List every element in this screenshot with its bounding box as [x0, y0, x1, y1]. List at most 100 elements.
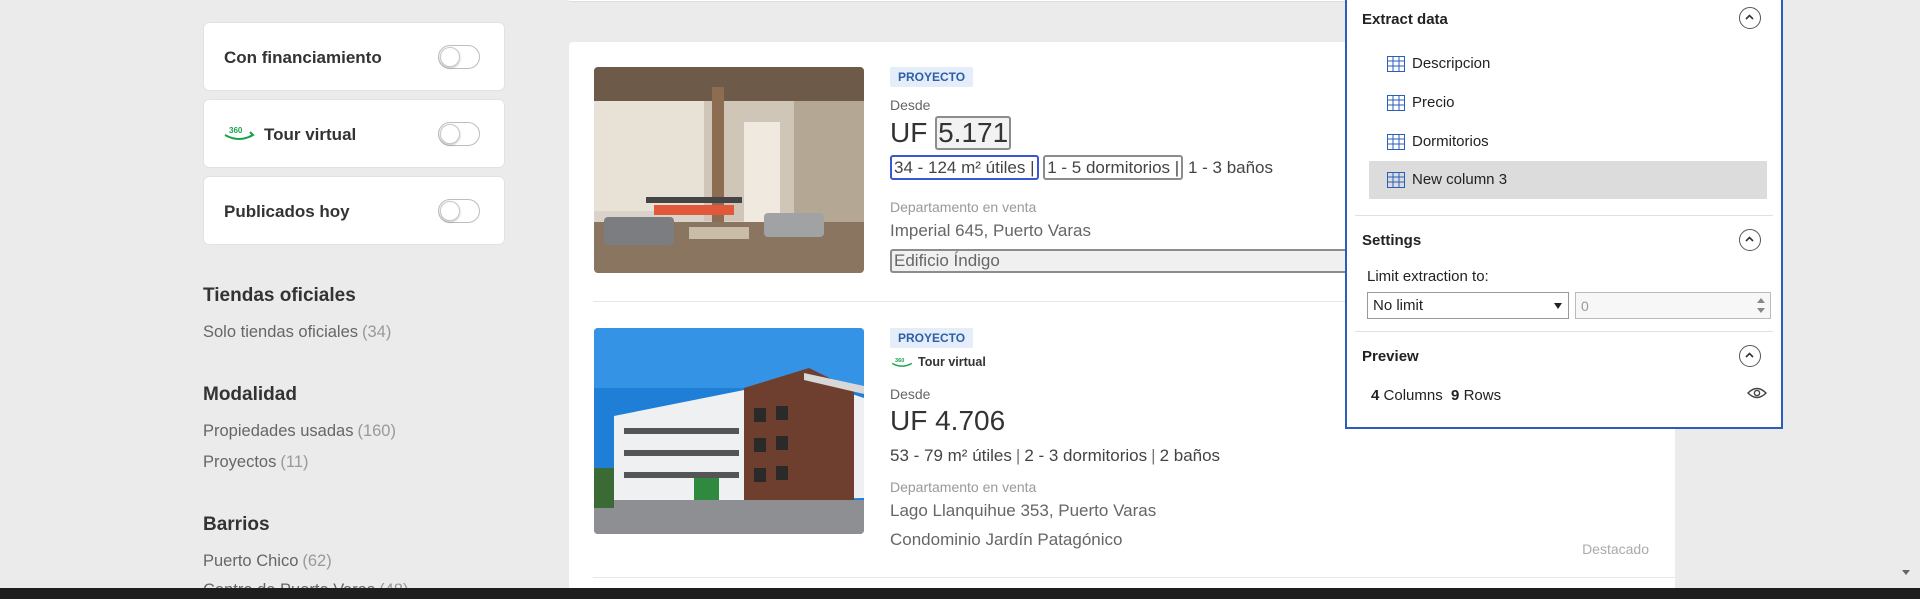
switch-knob: [440, 201, 460, 221]
filter-toggle-tour-virtual: 360 Tour virtual: [203, 99, 505, 168]
project-badge: PROYECTO: [890, 328, 974, 348]
rooms-text: 1 - 5 dormitorios: [1047, 158, 1171, 177]
area-text: 53 - 79 m² útiles: [890, 446, 1012, 465]
table-column-icon: [1387, 172, 1405, 188]
tour-virtual-label: Tour virtual: [918, 355, 986, 369]
property-type: Departamento en venta: [890, 479, 1037, 495]
number-value: 0: [1581, 298, 1589, 314]
filter-link-solo-tiendas[interactable]: Solo tiendas oficiales (34): [203, 323, 391, 342]
360-tour-icon: 360: [891, 358, 913, 367]
price-value-highlight[interactable]: 5.171: [935, 116, 1012, 150]
collapse-preview-button[interactable]: [1739, 345, 1761, 367]
extract-data-title: Extract data: [1362, 11, 1448, 28]
filter-link-label: Propiedades usadas: [203, 422, 354, 440]
rooms-highlight[interactable]: 1 - 5 dormitorios |: [1043, 155, 1184, 180]
tour-virtual-indicator: 360 Tour virtual: [890, 355, 986, 369]
toggle-label: Publicados hoy: [224, 202, 350, 221]
listing-photo-exterior[interactable]: [594, 328, 864, 534]
switch-knob: [440, 47, 460, 67]
column-row-new-column-3[interactable]: New column 3: [1369, 161, 1767, 199]
pipe: |: [1015, 446, 1021, 465]
price-prefix: Desde: [890, 97, 931, 113]
preview-title: Preview: [1362, 348, 1419, 365]
listing-photo-interior[interactable]: [594, 67, 864, 273]
filter-link-proyectos[interactable]: Proyectos (11): [203, 453, 309, 472]
filter-link-label: Puerto Chico: [203, 552, 299, 570]
pipe: |: [1030, 158, 1035, 177]
column-row-descripcion[interactable]: Descripcion: [1369, 45, 1767, 83]
toggle-label: Tour virtual: [264, 125, 357, 144]
rows-count: 9: [1451, 387, 1460, 404]
switch-knob: [440, 124, 460, 144]
rows-word: Rows: [1463, 387, 1502, 404]
settings-title: Settings: [1362, 232, 1422, 249]
building-name-highlight[interactable]: Edificio Índigo: [890, 249, 1360, 273]
filter-count: (160): [357, 422, 396, 440]
svg-text:360: 360: [895, 358, 904, 364]
price-currency: UF: [890, 117, 928, 148]
filter-count: (11): [280, 453, 309, 471]
spin-up-icon[interactable]: [1757, 298, 1765, 303]
section-title-barrios: Barrios: [203, 514, 270, 535]
listing-divider: [593, 577, 1675, 578]
area-text: 34 - 124 m² útiles: [894, 158, 1026, 177]
price-prefix: Desde: [890, 386, 931, 402]
building-photo: [594, 328, 864, 534]
chevron-up-icon: [1745, 352, 1754, 358]
filter-count: (34): [362, 323, 392, 341]
filter-link-propiedades-usadas[interactable]: Propiedades usadas (160): [203, 422, 396, 441]
listing-price: UF 4.706: [890, 405, 1006, 436]
limit-number-input[interactable]: 0: [1575, 292, 1771, 319]
baths-text: 2 baños: [1159, 446, 1221, 465]
collapse-extract-button[interactable]: [1739, 7, 1761, 29]
columns-count: 4: [1371, 387, 1380, 404]
360-tour-icon: 360: [224, 126, 255, 140]
toggle-label: Con financiamiento: [224, 48, 382, 67]
spin-down-icon[interactable]: [1757, 308, 1765, 313]
listing-price: UF 5.171: [890, 116, 1012, 150]
toggle-switch-financiamiento[interactable]: [438, 45, 480, 69]
baths-text: 1 - 3 baños: [1187, 158, 1274, 177]
filter-link-label: Solo tiendas oficiales: [203, 323, 359, 341]
columns-word: Columns: [1383, 387, 1443, 404]
toggle-switch-publicados-hoy[interactable]: [438, 199, 480, 223]
dropdown-arrow-icon: [1554, 303, 1562, 309]
listing-specs: 53 - 79 m² útiles | 2 - 3 dormitorios | 2 ba…: [890, 446, 1220, 466]
filter-count: (62): [302, 552, 332, 570]
eye-icon[interactable]: [1747, 386, 1767, 400]
filter-toggle-financiamiento: Con financiamiento: [203, 22, 505, 91]
panel-divider: [1355, 331, 1773, 332]
collapse-settings-button[interactable]: [1739, 229, 1761, 251]
panel-divider: [1355, 215, 1773, 216]
toggle-switch-tour-virtual[interactable]: [438, 122, 480, 146]
featured-label: Destacado: [1582, 541, 1649, 557]
pipe: |: [1151, 446, 1156, 465]
scroll-down-icon[interactable]: [1902, 570, 1910, 575]
column-label: Dormitorios: [1412, 133, 1489, 150]
limit-extraction-label: Limit extraction to:: [1367, 268, 1489, 285]
taskbar-edge: [0, 588, 1920, 599]
project-badge: PROYECTO: [890, 67, 974, 87]
table-column-icon: [1387, 134, 1405, 150]
table-column-icon: [1387, 95, 1405, 111]
column-row-precio[interactable]: Precio: [1369, 84, 1767, 122]
chevron-up-icon: [1745, 236, 1754, 242]
listing-address: Imperial 645, Puerto Varas: [890, 221, 1091, 240]
select-value: No limit: [1373, 297, 1424, 314]
preview-stats: 4 Columns 9 Rows: [1371, 387, 1501, 404]
section-title-tiendas: Tiendas oficiales: [203, 285, 356, 306]
svg-text:360: 360: [229, 126, 243, 135]
filter-link-puerto-chico[interactable]: Puerto Chico (62): [203, 552, 332, 571]
limit-extraction-select[interactable]: No limit: [1367, 292, 1569, 319]
building-name: Condominio Jardín Patagónico: [890, 530, 1123, 549]
pipe: |: [1174, 158, 1180, 177]
chevron-up-icon: [1745, 14, 1754, 20]
table-column-icon: [1387, 56, 1405, 72]
column-row-dormitorios[interactable]: Dormitorios: [1369, 123, 1767, 161]
column-label: Precio: [1412, 94, 1455, 111]
area-highlight[interactable]: 34 - 124 m² útiles |: [890, 155, 1039, 180]
column-label: Descripcion: [1412, 55, 1491, 72]
listing-address: Lago Llanquihue 353, Puerto Varas: [890, 501, 1157, 520]
section-title-modalidad: Modalidad: [203, 384, 297, 405]
living-room-photo: [594, 67, 864, 273]
